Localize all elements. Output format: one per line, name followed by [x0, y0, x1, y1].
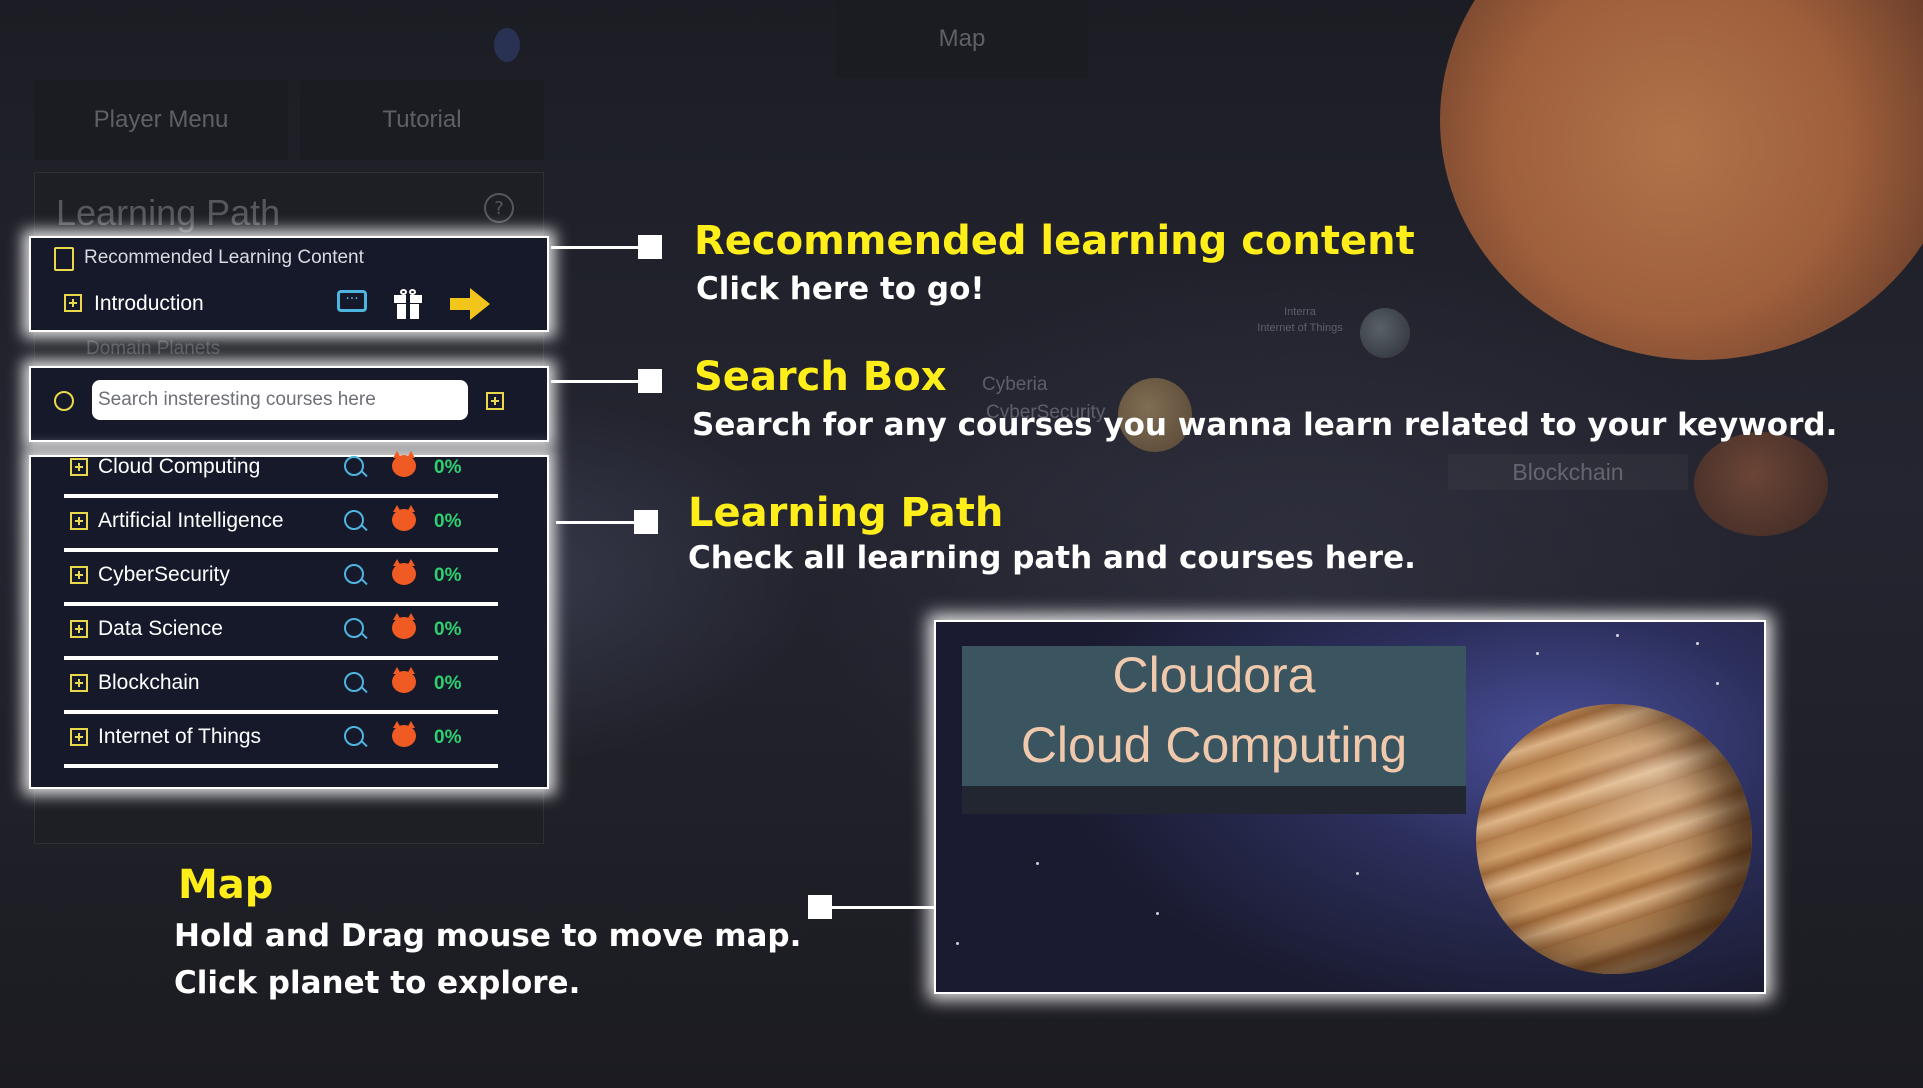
map-preview[interactable]: Cloudora Cloud Computing	[934, 620, 1766, 994]
annotation-recommended-desc: Click here to go!	[696, 271, 985, 307]
recommended-item-label: Introduction	[94, 292, 204, 315]
course-row-blockchain[interactable]: Blockchain 0%	[64, 658, 498, 714]
annotation-search-desc: Search for any courses you wanna learn r…	[692, 407, 1838, 443]
annotation-map-desc-line1: Hold and Drag mouse to move map.	[174, 918, 802, 954]
planet-cloudora[interactable]	[1458, 686, 1764, 992]
background-planet-blockchain	[1694, 432, 1828, 536]
plus-icon[interactable]	[70, 620, 88, 638]
connector-line	[551, 380, 641, 383]
plus-icon[interactable]	[70, 566, 88, 584]
course-row-cloud-computing[interactable]: Cloud Computing 0%	[64, 442, 498, 498]
star	[1036, 862, 1039, 865]
annotation-map-title: Map	[178, 862, 274, 908]
search-icon[interactable]	[344, 456, 364, 476]
tutorial-button[interactable]: Tutorial	[300, 80, 544, 160]
annotation-learning-path-title: Learning Path	[688, 490, 1004, 536]
search-icon[interactable]	[344, 672, 364, 692]
course-name: Data Science	[98, 617, 223, 640]
connector-line	[820, 906, 934, 909]
planet-name: Cloudora	[1112, 647, 1316, 703]
star	[1156, 912, 1159, 915]
domain-planets-label: Domain Planets	[86, 338, 221, 359]
annotation-learning-path-desc: Check all learning path and courses here…	[688, 540, 1416, 576]
star	[956, 942, 959, 945]
tutorial-label: Tutorial	[382, 106, 462, 133]
course-progress: 0%	[434, 619, 462, 640]
plus-icon[interactable]	[70, 458, 88, 476]
search-icon[interactable]	[344, 564, 364, 584]
recommended-header: Recommended Learning Content	[84, 247, 364, 268]
planet-domain: Cloud Computing	[1020, 717, 1408, 773]
background-label-cyberia: Cyberia	[982, 374, 1048, 395]
plus-icon[interactable]	[70, 674, 88, 692]
course-progress: 0%	[434, 457, 462, 478]
connector-marker	[634, 510, 658, 534]
annotation-map-desc-line2: Click planet to explore.	[174, 965, 581, 1001]
course-name: CyberSecurity	[98, 563, 230, 586]
devil-icon	[392, 505, 416, 531]
learning-path-title: Learning Path	[56, 192, 281, 233]
add-course-icon[interactable]	[486, 392, 504, 410]
background-label-iot-short: Interra	[1284, 306, 1316, 318]
search-icon[interactable]	[344, 726, 364, 746]
player-menu-label: Player Menu	[93, 106, 229, 133]
search-icon[interactable]	[344, 618, 364, 638]
course-name: Blockchain	[98, 671, 200, 694]
devil-icon	[392, 559, 416, 585]
search-input[interactable]: Search insteresting courses here	[92, 380, 468, 420]
connector-line	[551, 246, 641, 249]
tab-map[interactable]: Map	[836, 0, 1088, 78]
star	[1536, 652, 1539, 655]
connector-marker	[638, 235, 662, 259]
annotation-search-title: Search Box	[694, 354, 947, 400]
devil-icon	[392, 721, 416, 747]
connector-marker	[638, 369, 662, 393]
arrow-right-icon[interactable]	[450, 288, 490, 320]
course-name: Artificial Intelligence	[98, 509, 284, 532]
search-icon[interactable]	[344, 510, 364, 530]
course-row-cybersecurity[interactable]: CyberSecurity 0%	[64, 550, 498, 606]
connector-marker	[808, 895, 832, 919]
help-icon[interactable]: ?	[484, 193, 514, 223]
gift-icon[interactable]	[394, 289, 422, 319]
devil-icon	[392, 667, 416, 693]
help-icon-glyph: ?	[494, 197, 504, 219]
star	[1616, 634, 1619, 637]
star	[1716, 682, 1719, 685]
tab-map-label: Map	[938, 25, 986, 52]
background-label-blockchain: Blockchain	[1448, 454, 1688, 490]
clipboard-check-icon	[54, 247, 74, 271]
course-progress: 0%	[434, 727, 462, 748]
devil-icon	[392, 613, 416, 639]
background-label-iot-long: Internet of Things	[1257, 322, 1343, 334]
background-sun	[1440, 0, 1923, 360]
course-name: Internet of Things	[98, 725, 262, 748]
course-row-data-science[interactable]: Data Science 0%	[64, 604, 498, 660]
planet-label-bar	[962, 786, 1466, 814]
connector-line	[556, 521, 640, 524]
star	[1696, 642, 1699, 645]
annotation-recommended-title: Recommended learning content	[694, 218, 1415, 264]
plus-icon[interactable]	[70, 512, 88, 530]
plus-icon[interactable]	[70, 728, 88, 746]
course-progress: 0%	[434, 511, 462, 532]
search-placeholder: Search insteresting courses here	[98, 389, 376, 410]
search-icon	[54, 391, 74, 411]
plus-icon[interactable]	[64, 294, 82, 312]
player-menu-button[interactable]: Player Menu	[34, 80, 288, 160]
background-moon	[494, 28, 520, 62]
chat-bubble-icon[interactable]: ···	[337, 290, 367, 312]
course-name: Cloud Computing	[98, 455, 261, 478]
course-row-internet-of-things[interactable]: Internet of Things 0%	[64, 712, 498, 768]
course-progress: 0%	[434, 565, 462, 586]
recommended-item-row[interactable]: Introduction	[62, 290, 242, 318]
background-planet-iot	[1360, 308, 1410, 358]
devil-icon	[392, 451, 416, 477]
star	[1356, 872, 1359, 875]
course-progress: 0%	[434, 673, 462, 694]
course-row-artificial-intelligence[interactable]: Artificial Intelligence 0%	[64, 496, 498, 552]
